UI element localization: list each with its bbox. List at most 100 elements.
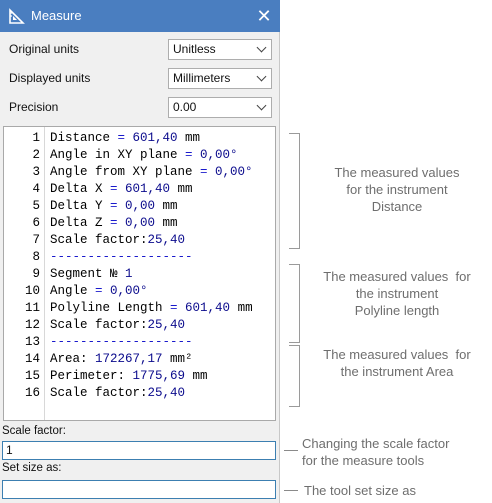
window-title: Measure bbox=[31, 8, 82, 23]
original-units-value: Unitless bbox=[173, 42, 216, 56]
result-line: 10 Angle = 0,00° bbox=[4, 283, 275, 300]
precision-value: 0.00 bbox=[173, 100, 197, 114]
line-text: Delta X = 601,40 mm bbox=[50, 181, 193, 198]
value-text: 0,00 bbox=[125, 199, 156, 213]
chevron-down-icon bbox=[256, 100, 267, 111]
label-text: Segment № bbox=[50, 267, 126, 281]
original-units-label: Original units bbox=[9, 42, 80, 56]
label-text: Scale factor: bbox=[50, 386, 148, 400]
chevron-down-icon bbox=[256, 42, 267, 53]
distance-annotation: The measured values for the instrument D… bbox=[334, 165, 460, 214]
operator-text: = bbox=[110, 199, 126, 213]
displayed-units-value: Millimeters bbox=[173, 71, 231, 85]
measure-icon bbox=[9, 8, 25, 24]
line-text: Delta Y = 0,00 mm bbox=[50, 198, 178, 215]
operator-text: = bbox=[95, 284, 111, 298]
label-text: Perimeter: bbox=[50, 369, 133, 383]
result-line: 15 Perimeter: 1775,69 mm bbox=[4, 368, 275, 385]
line-text: Distance = 601,40 mm bbox=[50, 130, 200, 147]
scale-pointer-line bbox=[284, 450, 298, 451]
close-button[interactable]: ✕ bbox=[248, 0, 280, 32]
results-text-area[interactable]: 1 Distance = 601,40 mm 2 Angle in XY plane … bbox=[3, 126, 276, 421]
line-number: 6 bbox=[32, 216, 40, 230]
value-text: 1 bbox=[125, 267, 133, 281]
operator-text: = bbox=[117, 131, 133, 145]
setsize-annotation: The tool set size as bbox=[304, 483, 416, 498]
line-text: Scale factor:25,40 bbox=[50, 317, 185, 334]
line-number: 4 bbox=[32, 182, 40, 196]
measure-panel: Measure ✕ Original units Unitless Displa… bbox=[0, 0, 280, 503]
label-text: mm bbox=[170, 182, 193, 196]
result-line: 14 Area: 172267,17 mm² bbox=[4, 351, 275, 368]
label-text: Delta Z bbox=[50, 216, 111, 230]
separator-text: ------------------- bbox=[50, 335, 193, 349]
set-size-input[interactable] bbox=[2, 480, 276, 499]
precision-label: Precision bbox=[9, 100, 59, 114]
line-text: Angle = 0,00° bbox=[50, 283, 148, 300]
value-text: 0,00° bbox=[215, 165, 253, 179]
area-bracket bbox=[289, 345, 300, 407]
value-text: 601,40 bbox=[125, 182, 171, 196]
line-number: 1 bbox=[32, 131, 40, 145]
line-number: 9 bbox=[32, 267, 40, 281]
line-number: 11 bbox=[24, 301, 40, 315]
displayed-units-select[interactable]: Millimeters bbox=[168, 68, 272, 89]
polyline-bracket bbox=[289, 264, 300, 343]
operator-text: = bbox=[200, 165, 216, 179]
result-line: 6 Delta Z = 0,00 mm bbox=[4, 215, 275, 232]
line-number: 2 bbox=[32, 148, 40, 162]
label-text: Angle bbox=[50, 284, 96, 298]
result-line: 13 ------------------- bbox=[4, 334, 275, 351]
value-text: 0,00° bbox=[200, 148, 238, 162]
setsize-pointer-line bbox=[284, 490, 298, 491]
line-text: Polyline Length = 601,40 mm bbox=[50, 300, 253, 317]
value-text: 25,40 bbox=[147, 233, 186, 247]
scale-factor-input[interactable]: 1 bbox=[2, 441, 276, 460]
label-text: Polyline Length bbox=[50, 301, 171, 315]
value-text: 25,40 bbox=[147, 318, 186, 332]
line-number: 8 bbox=[32, 250, 40, 264]
label-text: mm² bbox=[162, 352, 193, 366]
label-text: Angle from XY plane bbox=[50, 165, 201, 179]
label-text: mm bbox=[155, 199, 178, 213]
operator-text: = bbox=[185, 148, 201, 162]
line-number: 13 bbox=[24, 335, 40, 349]
line-text: ------------------- bbox=[50, 249, 193, 266]
value-text: 601,40 bbox=[185, 301, 231, 315]
label-text: mm bbox=[230, 301, 253, 315]
set-size-label: Set size as: bbox=[2, 462, 62, 474]
chevron-down-icon bbox=[256, 71, 267, 82]
operator-text: = bbox=[110, 182, 126, 196]
line-number: 3 bbox=[32, 165, 40, 179]
label-text: Angle in XY plane bbox=[50, 148, 186, 162]
line-text: Scale factor:25,40 bbox=[50, 232, 185, 249]
line-number: 7 bbox=[32, 233, 40, 247]
result-line: 8 ------------------- bbox=[4, 249, 275, 266]
label-text: Scale factor: bbox=[50, 318, 148, 332]
line-number: 12 bbox=[24, 318, 40, 332]
label-text: Distance bbox=[50, 131, 118, 145]
label-text: Delta X bbox=[50, 182, 111, 196]
line-number: 15 bbox=[24, 369, 40, 383]
scale-annotation: Changing the scale factor for the measur… bbox=[302, 436, 450, 468]
title-bar: Measure ✕ bbox=[0, 0, 280, 32]
original-units-select[interactable]: Unitless bbox=[168, 39, 272, 60]
result-line: 9 Segment № 1 bbox=[4, 266, 275, 283]
line-number: 10 bbox=[24, 284, 40, 298]
polyline-annotation: The measured values for the instrument P… bbox=[323, 269, 471, 318]
line-text: ------------------- bbox=[50, 334, 193, 351]
line-text: Area: 172267,17 mm² bbox=[50, 351, 193, 368]
value-text: 25,40 bbox=[147, 386, 186, 400]
precision-select[interactable]: 0.00 bbox=[168, 97, 272, 118]
line-text: Angle from XY plane = 0,00° bbox=[50, 164, 253, 181]
result-line: 11 Polyline Length = 601,40 mm bbox=[4, 300, 275, 317]
operator-text: = bbox=[110, 216, 126, 230]
line-text: Angle in XY plane = 0,00° bbox=[50, 147, 238, 164]
operator-text: = bbox=[170, 301, 186, 315]
area-annotation: The measured values for the instrument A… bbox=[323, 347, 471, 379]
value-text: 601,40 bbox=[132, 131, 178, 145]
displayed-units-label: Displayed units bbox=[9, 71, 91, 85]
scale-factor-label: Scale factor: bbox=[2, 425, 66, 437]
line-number: 5 bbox=[32, 199, 40, 213]
result-line: 1 Distance = 601,40 mm bbox=[4, 130, 275, 147]
